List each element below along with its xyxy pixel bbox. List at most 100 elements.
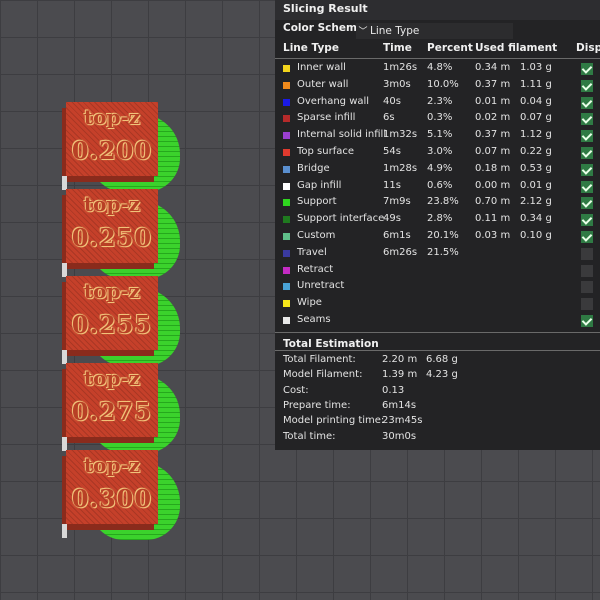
- line-type-weight: 0.22 g: [520, 146, 552, 157]
- display-checkbox[interactable]: [581, 315, 593, 327]
- line-type-time: 40s: [383, 95, 401, 107]
- estimation-label: Cost:: [283, 384, 309, 396]
- model-label-value: 0.250: [71, 223, 153, 252]
- model-label-value: 0.255: [71, 310, 153, 339]
- line-type-name: Wipe: [297, 297, 322, 309]
- line-type-name: Retract: [297, 263, 334, 275]
- model-label-value: 0.300: [71, 484, 153, 513]
- estimation-value: 6m14s: [382, 399, 417, 411]
- display-checkbox[interactable]: [581, 264, 593, 277]
- line-type-swatch: [283, 216, 290, 224]
- line-type-swatch: [283, 182, 290, 190]
- model-foot: [62, 176, 67, 190]
- line-type-percent: 23.8%: [427, 196, 459, 208]
- line-type-percent: 4.9%: [427, 162, 453, 174]
- line-type-percent: 5.1%: [427, 129, 453, 141]
- line-type-percent: 10.0%: [427, 78, 459, 90]
- model-label-top: top-z: [83, 192, 141, 216]
- estimation-label: Model printing time:: [283, 415, 385, 427]
- display-checkbox[interactable]: [581, 63, 593, 75]
- line-type-length: 0.34 m: [475, 62, 511, 73]
- display-checkbox[interactable]: [581, 247, 593, 260]
- line-type-weight: 0.01 g: [520, 179, 552, 191]
- line-type-name: Gap infill: [297, 179, 342, 191]
- line-type-name: Internal solid infill: [297, 129, 387, 141]
- model-label-value: 0.275: [71, 397, 153, 426]
- model-label-top: top-z: [83, 453, 141, 477]
- line-type-swatch: [283, 165, 290, 173]
- total-estimation-title: Total Estimation: [283, 338, 379, 350]
- line-type-percent: 0.6%: [427, 179, 453, 191]
- estimation-value-2: 6.68 g: [426, 354, 458, 365]
- line-type-swatch: [283, 233, 290, 240]
- line-type-weight: 0.04 g: [520, 95, 552, 107]
- col-percent: Percent: [427, 42, 473, 54]
- display-checkbox[interactable]: [581, 197, 593, 210]
- color-scheme-dropdown[interactable]: ﹀ Line Type: [356, 23, 513, 39]
- estimation-label: Prepare time:: [283, 399, 351, 411]
- estimation-row: Prepare time: 6m14s: [275, 399, 600, 414]
- display-checkbox[interactable]: [581, 96, 593, 109]
- display-checkbox[interactable]: [581, 214, 593, 227]
- line-type-percent: 21.5%: [427, 246, 459, 258]
- table-row: Wipe: [275, 295, 600, 311]
- estimation-label: Model Filament:: [283, 369, 363, 381]
- display-checkbox[interactable]: [581, 231, 593, 243]
- display-checkbox[interactable]: [581, 180, 593, 193]
- line-type-weight: 0.07 g: [520, 112, 552, 124]
- chevron-down-icon: ﹀: [358, 27, 368, 37]
- table-row: Custom 6m1s 20.1% 0.03 m 0.10 g: [275, 228, 600, 244]
- display-checkbox[interactable]: [581, 163, 593, 176]
- line-type-name: Inner wall: [297, 62, 346, 73]
- line-type-length: 0.18 m: [475, 162, 511, 174]
- line-type-time: 49s: [383, 213, 401, 225]
- model-label-top: top-z: [83, 366, 141, 390]
- display-checkbox[interactable]: [581, 147, 593, 159]
- table-row: Seams: [275, 312, 600, 328]
- table-row: Travel 6m26s 21.5%: [275, 245, 600, 261]
- line-type-percent: 0.3%: [427, 112, 453, 124]
- model-foot: [62, 263, 67, 277]
- line-type-weight: 1.12 g: [520, 129, 552, 141]
- line-type-percent: 2.3%: [427, 95, 453, 107]
- model-block[interactable]: top-z 0.200: [62, 102, 158, 190]
- estimation-value: 23m45s: [382, 415, 423, 427]
- line-type-name: Unretract: [297, 280, 345, 292]
- model-foot: [62, 524, 67, 538]
- line-type-percent: 3.0%: [427, 146, 453, 157]
- line-type-weight: 0.34 g: [520, 213, 552, 225]
- line-type-swatch: [283, 199, 290, 207]
- model-block[interactable]: top-z 0.250: [62, 189, 158, 277]
- header-divider: [275, 58, 600, 59]
- display-checkbox[interactable]: [581, 281, 593, 294]
- estimation-value: 30m0s: [382, 430, 417, 442]
- line-type-name: Seams: [297, 314, 331, 325]
- estimation-value: 0.13: [382, 384, 405, 396]
- display-checkbox[interactable]: [581, 113, 593, 126]
- display-checkbox[interactable]: [581, 298, 593, 311]
- table-row: Inner wall 1m26s 4.8% 0.34 m 1.03 g: [275, 60, 600, 76]
- line-type-time: 7m9s: [383, 196, 411, 208]
- model-block[interactable]: top-z 0.255: [62, 276, 158, 364]
- line-type-time: 6m1s: [383, 230, 411, 241]
- display-checkbox[interactable]: [581, 130, 593, 143]
- estimation-value: 2.20 m: [382, 354, 418, 365]
- model-block[interactable]: top-z 0.275: [62, 363, 158, 451]
- line-type-swatch: [283, 249, 290, 257]
- table-row: Sparse infill 6s 0.3% 0.02 m 0.07 g: [275, 110, 600, 126]
- line-type-time: 54s: [383, 146, 401, 157]
- line-type-length: 0.01 m: [475, 95, 511, 107]
- line-type-time: 11s: [383, 179, 401, 191]
- model-block[interactable]: top-z 0.300: [62, 450, 158, 538]
- estimation-label: Total time:: [283, 430, 336, 442]
- line-type-percent: 20.1%: [427, 230, 459, 241]
- estimation-row: Total time: 30m0s: [275, 430, 600, 445]
- line-type-swatch: [283, 149, 290, 156]
- line-type-length: 0.02 m: [475, 112, 511, 124]
- estimation-row: Model Filament: 1.39 m 4.23 g: [275, 368, 600, 383]
- display-checkbox[interactable]: [581, 79, 593, 92]
- line-type-swatch: [283, 283, 290, 291]
- line-type-swatch: [283, 98, 290, 106]
- line-type-length: 0.37 m: [475, 129, 511, 141]
- panel-title: Slicing Result: [275, 0, 600, 20]
